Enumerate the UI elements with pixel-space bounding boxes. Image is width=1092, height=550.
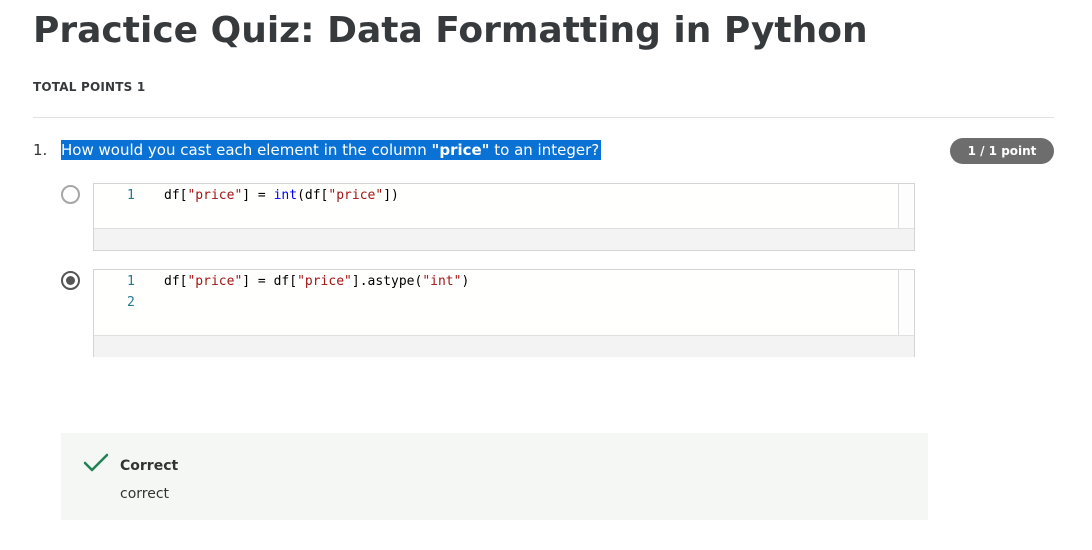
- option-2-code-block[interactable]: 1 df["price"] = df["price"].astype("int")…: [93, 269, 915, 357]
- option-2-radio[interactable]: [61, 271, 80, 290]
- total-points-label: TOTAL POINTS 1: [33, 80, 146, 94]
- line-number: 2: [127, 295, 135, 310]
- line-number: 1: [127, 188, 135, 203]
- line-number: 1: [127, 274, 135, 289]
- code-editor[interactable]: 1 df["price"] = int(df["price"]): [94, 184, 914, 229]
- code-token: ] = df[: [242, 274, 298, 289]
- code-line: 1 df["price"] = int(df["price"]): [94, 185, 914, 206]
- code-token: ): [461, 274, 470, 289]
- code-line: 2: [94, 292, 914, 313]
- question-text-before: How would you cast each element in the c…: [61, 141, 432, 159]
- code-token: ]): [383, 188, 399, 203]
- feedback-body: correct: [120, 486, 170, 502]
- option-1-radio[interactable]: [61, 185, 80, 204]
- checkmark-icon: [83, 453, 109, 472]
- code-token: df[: [164, 274, 188, 289]
- question-text-after: to an integer?: [489, 141, 600, 159]
- code-token: df[: [164, 188, 188, 203]
- question-number: 1.: [33, 141, 48, 159]
- code-footer: [94, 229, 914, 250]
- code-token: "int": [422, 274, 462, 289]
- page-title: Practice Quiz: Data Formatting in Python: [33, 10, 868, 51]
- feedback-title: Correct: [120, 458, 179, 474]
- scrollbar[interactable]: [898, 270, 914, 335]
- option-1-code-block[interactable]: 1 df["price"] = int(df["price"]): [93, 183, 915, 251]
- code-lines: 1 df["price"] = df["price"].astype("int")…: [94, 270, 914, 313]
- code-editor[interactable]: 1 df["price"] = df["price"].astype("int")…: [94, 270, 914, 336]
- question-text: How would you cast each element in the c…: [61, 140, 602, 160]
- code-token: ].astype(: [351, 274, 423, 289]
- code-line: 1 df["price"] = df["price"].astype("int"): [94, 271, 914, 292]
- quiz-page: Practice Quiz: Data Formatting in Python…: [0, 0, 1092, 550]
- code-token: "price": [187, 188, 243, 203]
- code-token: "price": [328, 188, 384, 203]
- code-token: (df[: [297, 188, 329, 203]
- feedback-panel: Correct correct: [61, 433, 928, 520]
- code-lines: 1 df["price"] = int(df["price"]): [94, 184, 914, 206]
- code-footer: [94, 336, 914, 357]
- code-token: int: [273, 188, 298, 203]
- code-text: df["price"] = df["price"].astype("int"): [164, 271, 469, 292]
- code-token: ] =: [242, 188, 274, 203]
- code-token: "price": [187, 274, 243, 289]
- code-text: df["price"] = int(df["price"]): [164, 185, 399, 206]
- scrollbar[interactable]: [898, 184, 914, 228]
- code-token: "price": [297, 274, 352, 289]
- question-text-bold: "price": [431, 141, 490, 159]
- points-badge: 1 / 1 point: [950, 138, 1054, 164]
- divider: [33, 117, 1054, 118]
